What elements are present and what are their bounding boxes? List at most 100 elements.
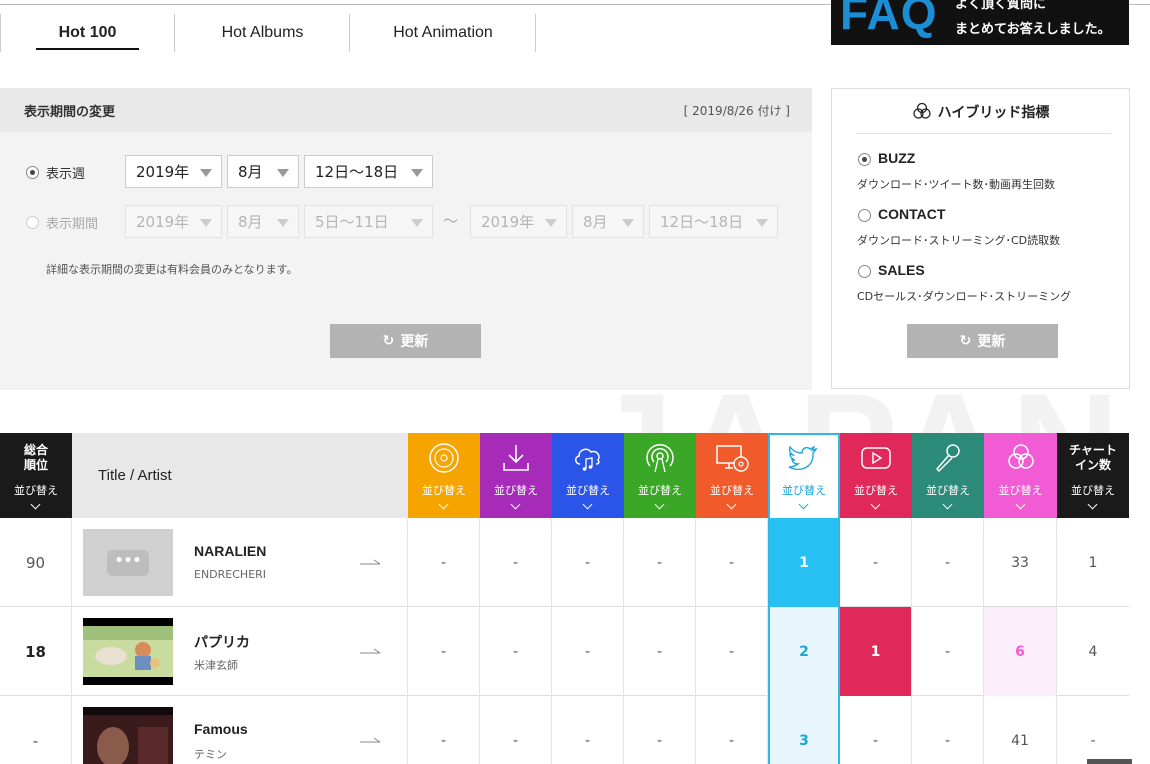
title-artist-cell: ••• NARALIEN ENDRECHERI [72, 518, 408, 607]
buzz-label: BUZZ [878, 150, 916, 166]
chevron-down-icon [30, 499, 41, 510]
sort-label: 並び替え [926, 484, 970, 497]
hybrid-index-title: ハイブリッド指標 [832, 102, 1129, 122]
thumbnail-photo [83, 707, 173, 764]
sales-radio[interactable] [858, 265, 871, 278]
range-from-month-select[interactable]: 8月 [227, 205, 299, 238]
hybrid-column-header[interactable]: 並び替え [984, 433, 1057, 518]
trend-arrow-icon [360, 559, 381, 565]
period-panel: 表示期間の変更 [ 2019/8/26 付け ] 表示週 2019年 8月 12… [0, 88, 812, 390]
hybrid-index-panel: ハイブリッド指標 BUZZ ダウンロード･ツイート数･動画再生回数 CONTAC… [831, 88, 1130, 389]
period-update-button[interactable]: ↻ 更新 [330, 324, 481, 358]
chevron-down-icon [798, 499, 809, 510]
karaoke-value: - [912, 607, 984, 696]
range-radio[interactable] [26, 216, 39, 229]
range-from-year-select[interactable]: 2019年 [125, 205, 222, 238]
youtube-play-icon [861, 447, 891, 469]
chevron-down-icon [1015, 499, 1025, 510]
range-to-month-select[interactable]: 8月 [572, 205, 644, 238]
sort-label: 並び替え [782, 484, 826, 497]
week-days-select[interactable]: 12日〜18日 [304, 155, 433, 188]
radio-value: - [624, 696, 696, 764]
tab-hot-100[interactable]: Hot 100 [0, 14, 175, 52]
sales-description: CDセールス･ダウンロード･ストリーミング [857, 290, 1072, 303]
rank-column-header[interactable]: 総合 順位 並び替え [0, 433, 72, 518]
radio-column-header[interactable]: 並び替え [624, 433, 696, 518]
placeholder-more-icon: ••• [107, 549, 149, 576]
table-row[interactable]: 90 ••• NARALIEN ENDRECHERI - - - - - 1 -… [0, 518, 1129, 607]
cd-lookup-value: - [696, 518, 768, 607]
divider [856, 133, 1111, 134]
cd-lookup-value: - [696, 696, 768, 764]
range-to-days-select[interactable]: 12日〜18日 [649, 205, 778, 238]
song-thumbnail[interactable] [83, 707, 173, 764]
streaming-column-header[interactable]: 並び替え [552, 433, 624, 518]
hybrid-circles-icon [912, 102, 931, 119]
artist-name[interactable]: テミン [194, 746, 227, 762]
sales-label: SALES [878, 262, 925, 278]
week-month-select[interactable]: 8月 [227, 155, 299, 188]
select-value: 8月 [583, 213, 608, 231]
faq-banner[interactable]: FAQ よく頂く質問に まとめてお答えしました。 [831, 0, 1129, 45]
period-panel-title: 表示期間の変更 [24, 105, 116, 120]
buzz-radio[interactable] [858, 153, 871, 166]
song-thumbnail[interactable] [83, 618, 173, 685]
trend-arrow-icon [360, 648, 381, 654]
download-value: - [480, 518, 552, 607]
tab-hot-animation[interactable]: Hot Animation [350, 14, 536, 52]
faq-banner-logo: FAQ [840, 0, 938, 39]
twitter-value: 2 [768, 607, 840, 696]
tab-label: Hot Animation [393, 24, 493, 41]
song-title[interactable]: NARALIEN [194, 543, 266, 559]
contact-radio[interactable] [858, 209, 871, 222]
youtube-value: - [840, 518, 912, 607]
streaming-value: - [552, 518, 624, 607]
chart-in-header-label: チャート イン数 [1057, 443, 1129, 473]
song-title[interactable]: パプリカ [194, 632, 250, 652]
range-from-days-select[interactable]: 5日〜11日 [304, 205, 433, 238]
karaoke-column-header[interactable]: 並び替え [912, 433, 984, 518]
sort-label: 並び替え [494, 484, 538, 497]
chevron-down-icon [1087, 499, 1098, 510]
member-note: 詳細な表示期間の変更は有料会員のみとなります。 [46, 263, 298, 276]
cd-lookup-value: - [696, 607, 768, 696]
download-value: - [480, 607, 552, 696]
twitter-column-header[interactable]: 並び替え [768, 433, 840, 518]
download-column-header[interactable]: 並び替え [480, 433, 552, 518]
week-radio[interactable] [26, 166, 39, 179]
hybrid-circles-icon [1007, 444, 1034, 469]
cd-sales-value: - [408, 518, 480, 607]
hybrid-update-button[interactable]: ↻ 更新 [907, 324, 1058, 358]
cd-lookup-column-header[interactable]: 並び替え [696, 433, 768, 518]
active-tab-underline [36, 48, 139, 50]
chart-in-header-line2: イン数 [1074, 458, 1111, 472]
artist-name[interactable]: 米津玄師 [194, 657, 238, 673]
chart-in-column-header[interactable]: チャート イン数 並び替え [1057, 433, 1129, 518]
range-to-year-select[interactable]: 2019年 [470, 205, 567, 238]
tab-hot-albums[interactable]: Hot Albums [175, 14, 350, 52]
chevron-down-icon [545, 219, 557, 227]
contact-label: CONTACT [878, 206, 946, 222]
song-title[interactable]: Famous [194, 721, 248, 737]
chevron-down-icon [942, 499, 953, 510]
week-year-select[interactable]: 2019年 [125, 155, 222, 188]
cloud-music-icon [575, 448, 600, 471]
select-value: 8月 [238, 163, 263, 181]
karaoke-value: - [912, 518, 984, 607]
table-row[interactable]: 18 パプリカ 米津玄師 - - - - - 2 1 - 6 4 [0, 607, 1129, 696]
artist-name[interactable]: ENDRECHERI [194, 568, 266, 581]
title-artist-column-header: Title / Artist [72, 433, 408, 518]
chart-in-value: 1 [1088, 554, 1098, 571]
range-radio-label: 表示期間 [46, 217, 99, 232]
song-thumbnail[interactable]: ••• [83, 529, 173, 596]
cd-icon [429, 443, 459, 473]
youtube-column-header[interactable]: 並び替え [840, 433, 912, 518]
title-artist-cell: Famous テミン [72, 696, 408, 764]
chart-in-header-line1: チャート [1069, 443, 1117, 457]
chart-tabs: Hot 100 Hot Albums Hot Animation [0, 14, 536, 52]
download-icon [503, 445, 529, 471]
streaming-value: - [552, 696, 624, 764]
cd-sales-column-header[interactable]: 並び替え [408, 433, 480, 518]
thumbnail-illustration [83, 618, 173, 685]
table-row[interactable]: - Famous テミン - - - - - 3 - - 41 - [0, 696, 1129, 764]
